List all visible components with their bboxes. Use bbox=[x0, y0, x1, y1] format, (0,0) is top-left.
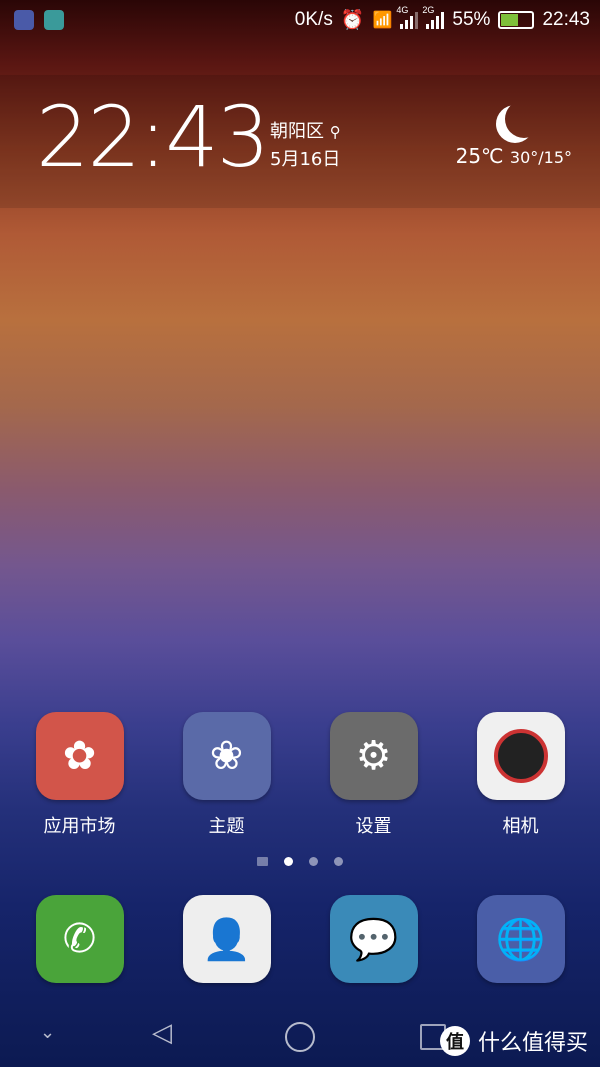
temp-range: 30°/15° bbox=[509, 148, 572, 167]
widget-clock[interactable]: 22:43 bbox=[36, 88, 270, 186]
signal-sim2-icon: 2G bbox=[422, 5, 445, 29]
app-market[interactable]: ✿ 应用市场 bbox=[20, 712, 140, 838]
battery-icon bbox=[498, 11, 535, 29]
back-button[interactable]: ◁ bbox=[152, 1018, 172, 1048]
health-icon bbox=[14, 10, 34, 30]
app-row: ✿ 应用市场 ❀ 主题 ⚙ 设置 相机 bbox=[0, 712, 600, 838]
contact-icon: 👤 bbox=[182, 895, 271, 983]
app-label: 主题 bbox=[208, 816, 245, 837]
flower-icon: ❀ bbox=[182, 712, 271, 800]
app-label: 相机 bbox=[502, 816, 539, 837]
widget-location[interactable]: 朝阳区 ⚲ 5月16日 bbox=[270, 118, 341, 174]
widget-weather[interactable]: 25℃ 30°/15° bbox=[456, 100, 572, 168]
gear-icon: ⚙ bbox=[329, 712, 418, 800]
net-speed: 0K/s bbox=[294, 9, 333, 30]
watermark-badge: 值 bbox=[439, 1026, 470, 1056]
location-name: 朝阳区 bbox=[270, 121, 324, 142]
huawei-logo-icon: ✿ bbox=[35, 712, 124, 800]
page-dot[interactable] bbox=[309, 857, 318, 866]
alarm-icon: ⏰ bbox=[340, 10, 365, 31]
current-temp: 25℃ bbox=[455, 144, 504, 168]
camera-lens-icon bbox=[476, 712, 565, 800]
home-button[interactable] bbox=[285, 1022, 315, 1052]
phone-icon: ✆ bbox=[35, 895, 124, 983]
page-dot[interactable] bbox=[334, 857, 343, 866]
app-label: 设置 bbox=[355, 816, 392, 837]
widgets-page-icon[interactable] bbox=[257, 857, 268, 866]
wifi-icon: 📶 bbox=[372, 12, 393, 29]
signal-sim1-icon: 4G bbox=[396, 5, 419, 29]
widget-date: 5月16日 bbox=[270, 149, 341, 170]
app-camera[interactable]: 相机 bbox=[461, 712, 581, 838]
page-indicator[interactable] bbox=[0, 857, 600, 866]
app-label: 应用市场 bbox=[43, 816, 116, 837]
status-time: 22:43 bbox=[542, 9, 590, 30]
status-bar: 0K/s ⏰ 📶 4G 2G 55% 22:43 bbox=[0, 0, 600, 40]
app-themes[interactable]: ❀ 主题 bbox=[167, 712, 287, 838]
dock-contacts[interactable]: 👤 bbox=[167, 895, 287, 983]
watermark-text: 什么值得买 bbox=[477, 1031, 588, 1056]
moon-icon bbox=[505, 100, 543, 138]
message-bubble-icon: 💬 bbox=[329, 895, 418, 983]
battery-percent: 55% bbox=[452, 9, 491, 30]
dock-messages[interactable]: 💬 bbox=[314, 895, 434, 983]
globe-icon: 🌐 bbox=[476, 895, 565, 983]
location-pin-icon: ⚲ bbox=[329, 123, 341, 141]
app-settings[interactable]: ⚙ 设置 bbox=[314, 712, 434, 838]
watermark: 值 什么值得买 bbox=[439, 1025, 588, 1057]
page-dot-active[interactable] bbox=[284, 857, 293, 866]
dock: ✆ 👤 💬 🌐 bbox=[0, 895, 600, 983]
dock-browser[interactable]: 🌐 bbox=[461, 895, 581, 983]
dock-phone[interactable]: ✆ bbox=[20, 895, 140, 983]
gallery-icon bbox=[44, 10, 64, 30]
chevron-down-icon[interactable]: ⌄ bbox=[40, 1022, 55, 1043]
